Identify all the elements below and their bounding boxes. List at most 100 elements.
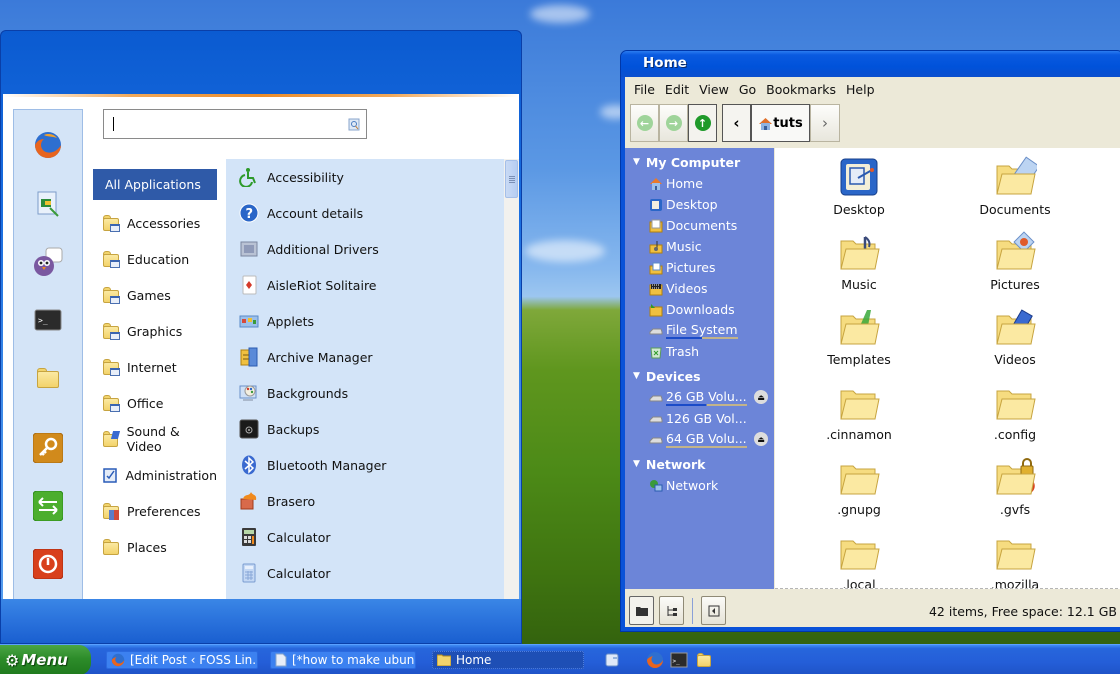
tree-view-button[interactable] bbox=[659, 596, 684, 625]
folder-icon[interactable] bbox=[32, 362, 64, 394]
sidebar-item-26-gb-volu[interactable]: 26 GB Volu... ⏏ bbox=[625, 387, 774, 408]
file-item-cinnamon[interactable]: .cinnamon bbox=[794, 381, 924, 451]
sidebar-item-downloads[interactable]: Downloads bbox=[625, 299, 774, 320]
eject-icon[interactable]: ⏏ bbox=[754, 390, 768, 404]
app-backgrounds[interactable]: Backgrounds bbox=[226, 375, 504, 411]
sidebar-item-file-system[interactable]: File System bbox=[625, 320, 774, 341]
file-item-local[interactable]: .local bbox=[794, 531, 924, 588]
file-item-music[interactable]: Music bbox=[794, 231, 924, 301]
app-account-details[interactable]: ? Account details bbox=[226, 195, 504, 231]
menu-go[interactable]: Go bbox=[735, 82, 762, 97]
sidebar-section-network[interactable]: ▼ Network bbox=[625, 453, 774, 475]
category-office[interactable]: Office bbox=[93, 385, 217, 421]
app-calculator[interactable]: Calculator bbox=[226, 555, 504, 591]
sidebar-item-network[interactable]: Network bbox=[625, 475, 774, 496]
category-graphics[interactable]: Graphics bbox=[93, 313, 217, 349]
expander-triangle-icon[interactable]: ▼ bbox=[633, 459, 640, 469]
places-view-button[interactable] bbox=[629, 596, 654, 625]
file-item-gvfs[interactable]: .gvfs bbox=[950, 456, 1080, 526]
forward-button[interactable]: → bbox=[659, 104, 688, 142]
file-item-desktop[interactable]: Desktop bbox=[794, 156, 924, 226]
app-backups[interactable]: Backups bbox=[226, 411, 504, 447]
taskbar-window-how-to-make-ubun[interactable]: [*how to make ubun... bbox=[270, 651, 416, 669]
statusbar: 42 items, Free space: 12.1 GB bbox=[625, 590, 1120, 627]
menu-help[interactable]: Help bbox=[842, 82, 881, 97]
app-applets[interactable]: Applets bbox=[226, 303, 504, 339]
file-item-gnupg[interactable]: .gnupg bbox=[794, 456, 924, 526]
taskbar-window-home[interactable]: Home bbox=[432, 651, 584, 669]
taskbar-window-edit-post-foss-lin[interactable]: [Edit Post ‹ FOSS Lin... bbox=[106, 651, 258, 669]
pidgin-icon[interactable] bbox=[32, 246, 64, 278]
expander-triangle-icon[interactable]: ▼ bbox=[633, 157, 640, 167]
shutdown-icon[interactable] bbox=[32, 548, 64, 580]
category-sound-video[interactable]: Sound & Video bbox=[93, 421, 217, 457]
search-icon[interactable] bbox=[348, 118, 360, 131]
app-archive-manager[interactable]: Archive Manager bbox=[226, 339, 504, 375]
file-item-mozilla[interactable]: .mozilla bbox=[950, 531, 1080, 588]
expander-triangle-icon[interactable]: ▼ bbox=[633, 371, 640, 381]
toggle-sidebar-button[interactable] bbox=[701, 596, 726, 625]
sidebar-item-home[interactable]: Home bbox=[625, 173, 774, 194]
category-accessories[interactable]: Accessories bbox=[93, 205, 217, 241]
eject-icon[interactable]: ⏏ bbox=[754, 432, 768, 446]
menu-view[interactable]: View bbox=[695, 82, 735, 97]
backgrounds-icon bbox=[238, 382, 260, 404]
category-administration[interactable]: Administration bbox=[93, 457, 217, 493]
app-aisleriot-solitaire[interactable]: AisleRiot Solitaire bbox=[226, 267, 504, 303]
sidebar-item-trash[interactable]: Trash bbox=[625, 341, 774, 362]
tree-icon bbox=[667, 605, 677, 616]
folder-launcher-icon[interactable] bbox=[695, 651, 713, 669]
up-button[interactable]: ↑ bbox=[688, 104, 717, 142]
category-games[interactable]: Games bbox=[93, 277, 217, 313]
search-input[interactable] bbox=[103, 109, 367, 139]
file-icon-view[interactable]: Desktop Documents Music Pictures Templates Vi… bbox=[775, 148, 1120, 589]
sidebar-item-pictures[interactable]: Pictures bbox=[625, 257, 774, 278]
terminal-icon[interactable]: >_ bbox=[32, 304, 64, 336]
category-internet[interactable]: Internet bbox=[93, 349, 217, 385]
category-preferences[interactable]: Preferences bbox=[93, 493, 217, 529]
sidebar-item-64-gb-volu[interactable]: 64 GB Volu... ⏏ bbox=[625, 429, 774, 450]
window-titlebar[interactable]: Home bbox=[621, 51, 1120, 77]
file-item-pictures[interactable]: Pictures bbox=[950, 231, 1080, 301]
sidebar-item-label: Music bbox=[666, 239, 702, 254]
firefox-icon[interactable] bbox=[32, 129, 64, 161]
breadcrumb-scroll-right[interactable]: › bbox=[810, 104, 840, 142]
sidebar-section-my-computer[interactable]: ▼ My Computer bbox=[625, 151, 774, 173]
sidebar-section-devices[interactable]: ▼ Devices bbox=[625, 365, 774, 387]
breadcrumb-scroll-left[interactable]: ‹ bbox=[722, 104, 751, 142]
category-education[interactable]: Education bbox=[93, 241, 217, 277]
scrollbar-thumb[interactable] bbox=[505, 160, 518, 198]
administration-icon bbox=[101, 466, 120, 484]
sidebar-item-videos[interactable]: Videos bbox=[625, 278, 774, 299]
menu-edit[interactable]: Edit bbox=[661, 82, 695, 97]
file-item-config[interactable]: .config bbox=[950, 381, 1080, 451]
show-desktop-icon[interactable] bbox=[603, 651, 621, 669]
image-viewer-icon[interactable] bbox=[32, 188, 64, 220]
app-bluetooth-manager[interactable]: Bluetooth Manager bbox=[226, 447, 504, 483]
app-accessibility[interactable]: Accessibility bbox=[226, 159, 504, 195]
file-name: .gvfs bbox=[999, 502, 1031, 517]
sidebar-item-music[interactable]: Music bbox=[625, 236, 774, 257]
app-additional-drivers[interactable]: Additional Drivers bbox=[226, 231, 504, 267]
file-item-documents[interactable]: Documents bbox=[950, 156, 1080, 226]
app-brasero[interactable]: Brasero bbox=[226, 483, 504, 519]
breadcrumb-home[interactable]: tuts bbox=[751, 104, 810, 142]
app-calculator[interactable]: Calculator bbox=[226, 519, 504, 555]
category-all-applications[interactable]: All Applications bbox=[93, 169, 217, 200]
file-item-videos[interactable]: Videos bbox=[950, 306, 1080, 376]
back-button[interactable]: ← bbox=[630, 104, 659, 142]
firefox-launcher-icon[interactable] bbox=[646, 651, 664, 669]
menu-file[interactable]: File bbox=[630, 82, 661, 97]
application-list-scrollbar[interactable] bbox=[504, 159, 519, 603]
logout-icon[interactable] bbox=[32, 490, 64, 522]
file-item-templates[interactable]: Templates bbox=[794, 306, 924, 376]
menu-bookmarks[interactable]: Bookmarks bbox=[762, 82, 842, 97]
lock-screen-icon[interactable] bbox=[32, 432, 64, 464]
sidebar-item-desktop[interactable]: Desktop bbox=[625, 194, 774, 215]
menu-button[interactable]: ⚙ Menu bbox=[0, 645, 91, 674]
terminal-launcher-icon[interactable]: >_ bbox=[670, 651, 688, 669]
sidebar-item-documents[interactable]: Documents bbox=[625, 215, 774, 236]
category-places[interactable]: Places bbox=[93, 529, 217, 565]
app-label: Brasero bbox=[267, 493, 316, 509]
sidebar-item-126-gb-vol[interactable]: 126 GB Vol... bbox=[625, 408, 774, 429]
